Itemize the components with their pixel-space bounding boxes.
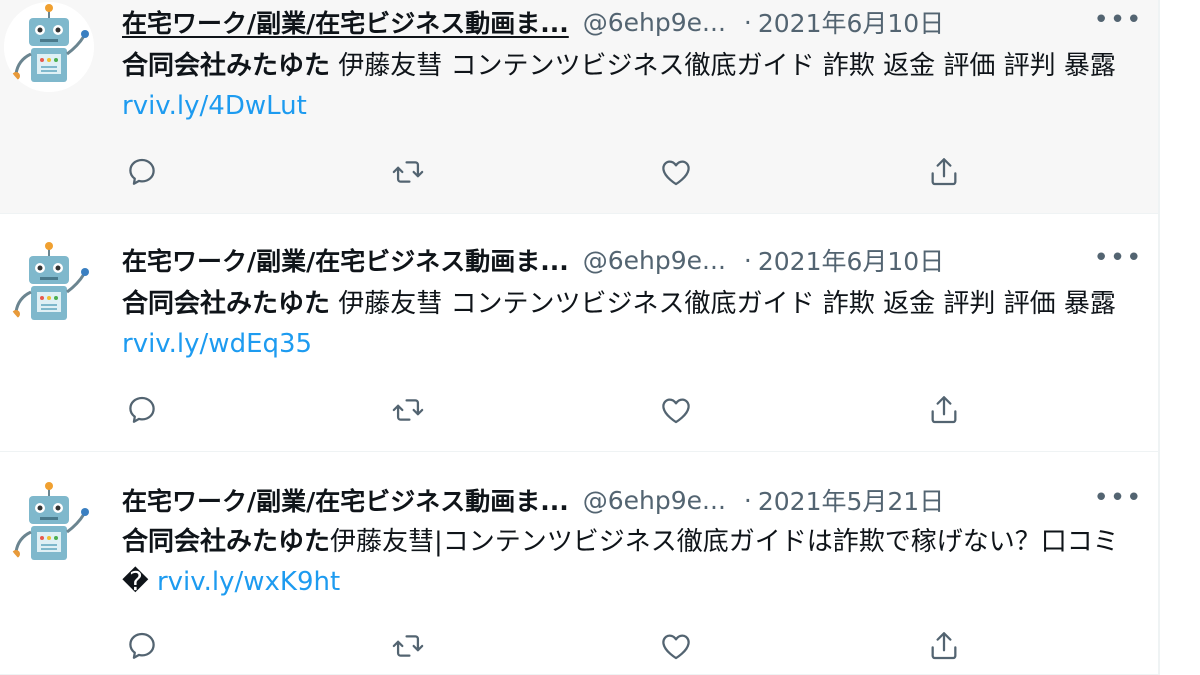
reply-icon	[129, 396, 155, 423]
share-icon	[931, 396, 957, 424]
user-handle[interactable]: @6ehp9e...	[583, 246, 726, 275]
tweet-header: 在宅ワーク/副業/在宅ビジネス動画ま... @6ehp9e... · 2021年…	[122, 2, 1146, 42]
share-button[interactable]	[924, 626, 964, 666]
reply-icon	[129, 632, 155, 659]
more-icon[interactable]: •••	[1094, 480, 1142, 516]
reply-button[interactable]	[122, 152, 162, 192]
tweet-actions	[122, 626, 1022, 666]
retweet-button[interactable]	[388, 152, 428, 192]
display-name[interactable]: 在宅ワーク/副業/在宅ビジネス動画ま...	[122, 4, 569, 40]
display-name[interactable]: 在宅ワーク/副業/在宅ビジネス動画ま...	[122, 482, 569, 518]
share-icon	[931, 632, 957, 660]
separator: ·	[743, 485, 752, 515]
separator: ·	[743, 7, 752, 37]
tweet-actions	[122, 390, 1022, 430]
tweet-date[interactable]: 2021年5月21日	[758, 482, 944, 518]
more-icon[interactable]: •••	[1094, 2, 1142, 38]
tweet-link[interactable]: rviv.ly/wxK9ht	[157, 567, 340, 597]
share-button[interactable]	[924, 390, 964, 430]
reply-button[interactable]	[122, 626, 162, 666]
tweet-actions	[122, 152, 1022, 192]
reply-icon	[129, 158, 155, 185]
retweet-button[interactable]	[388, 390, 428, 430]
timeline: 在宅ワーク/副業/在宅ビジネス動画ま... @6ehp9e... · 2021年…	[0, 0, 1200, 675]
robot-avatar-icon	[4, 240, 94, 330]
share-icon	[931, 158, 957, 186]
tweet-link[interactable]: rviv.ly/wdEq35	[122, 329, 312, 359]
reply-button[interactable]	[122, 390, 162, 430]
tweet[interactable]: 在宅ワーク/副業/在宅ビジネス動画ま... @6ehp9e... · 2021年…	[0, 0, 1158, 214]
avatar[interactable]	[4, 240, 94, 330]
column-border	[1158, 0, 1160, 675]
tweet-link[interactable]: rviv.ly/4DwLut	[122, 91, 307, 121]
tweet-body-text: 伊藤友彗 コンテンツビジネス徹底ガイド 詐欺 返金 評判 評価 暴露	[330, 289, 1116, 319]
avatar[interactable]	[4, 480, 94, 570]
user-handle[interactable]: @6ehp9e...	[583, 8, 726, 37]
tweet-date[interactable]: 2021年6月10日	[758, 4, 944, 40]
like-button[interactable]	[656, 626, 696, 666]
tweet-text: 合同会社みたゆた伊藤友彗|コンテンツビジネス徹底ガイドは詐欺で稼げない？口コミ�…	[122, 522, 1122, 602]
more-icon[interactable]: •••	[1094, 240, 1142, 276]
retweet-icon	[392, 399, 424, 421]
avatar[interactable]	[4, 2, 94, 92]
tweet[interactable]: 在宅ワーク/副業/在宅ビジネス動画ま... @6ehp9e... · 2021年…	[0, 452, 1158, 675]
share-button[interactable]	[924, 152, 964, 192]
company-name: 合同会社みたゆた	[122, 289, 331, 319]
tweet-header: 在宅ワーク/副業/在宅ビジネス動画ま... @6ehp9e... · 2021年…	[122, 240, 1146, 280]
tweet[interactable]: 在宅ワーク/副業/在宅ビジネス動画ま... @6ehp9e... · 2021年…	[0, 214, 1158, 452]
retweet-icon	[392, 161, 424, 183]
separator: ·	[743, 245, 752, 275]
like-button[interactable]	[656, 390, 696, 430]
display-name[interactable]: 在宅ワーク/副業/在宅ビジネス動画ま...	[122, 242, 569, 278]
robot-avatar-icon	[4, 2, 94, 92]
robot-avatar-icon	[4, 480, 94, 570]
tweet-text: 合同会社みたゆた 伊藤友彗 コンテンツビジネス徹底ガイド 詐欺 返金 評価 評判…	[122, 46, 1122, 126]
tweet-text: 合同会社みたゆた 伊藤友彗 コンテンツビジネス徹底ガイド 詐欺 返金 評判 評価…	[122, 284, 1122, 364]
company-name: 合同会社みたゆた	[122, 527, 331, 557]
tweet-date[interactable]: 2021年6月10日	[758, 242, 944, 278]
heart-icon	[662, 160, 690, 186]
retweet-button[interactable]	[388, 626, 428, 666]
retweet-icon	[392, 635, 424, 657]
tweet-header: 在宅ワーク/副業/在宅ビジネス動画ま... @6ehp9e... · 2021年…	[122, 480, 1146, 520]
tweet-body-text: 伊藤友彗 コンテンツビジネス徹底ガイド 詐欺 返金 評価 評判 暴露	[330, 51, 1116, 81]
like-button[interactable]	[656, 152, 696, 192]
heart-icon	[662, 398, 690, 424]
user-handle[interactable]: @6ehp9e...	[583, 486, 726, 515]
company-name: 合同会社みたゆた	[122, 51, 331, 81]
heart-icon	[662, 634, 690, 660]
